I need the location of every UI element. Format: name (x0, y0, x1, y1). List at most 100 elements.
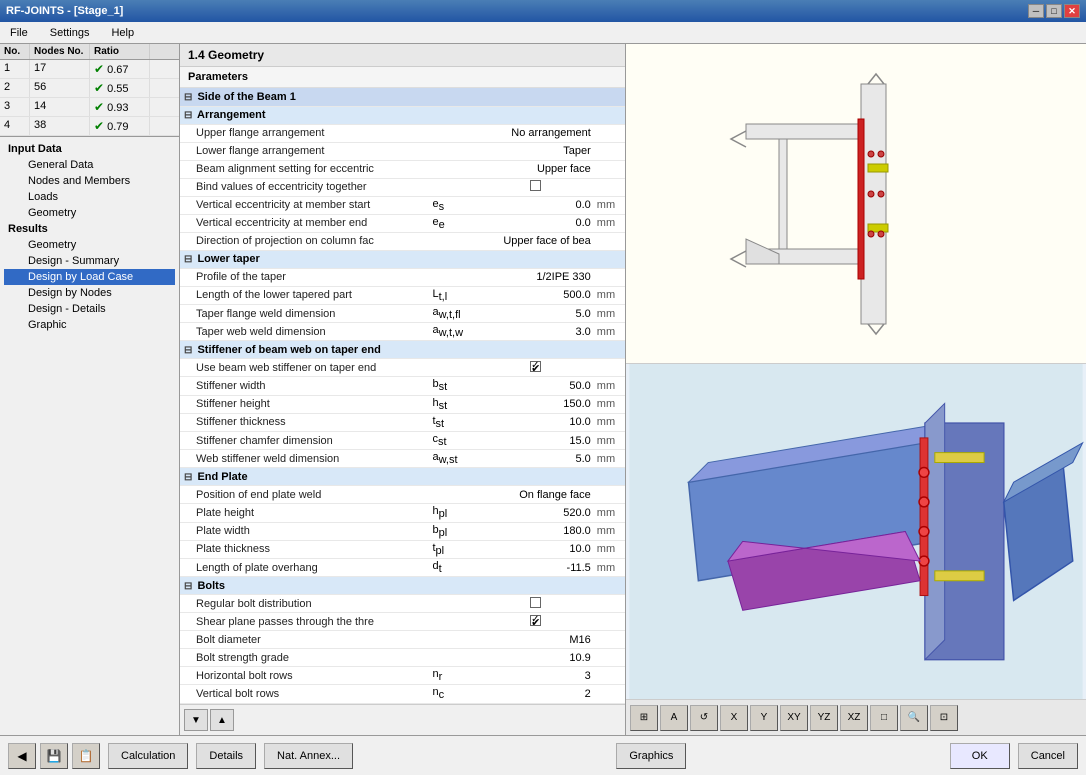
prop-name: Stiffener chamfer dimension (180, 432, 428, 450)
prop-sub: bpl (428, 522, 476, 540)
table-row[interactable]: Vertical eccentricity at member start es… (180, 196, 625, 214)
sidebar-item-graphic[interactable]: Graphic (4, 317, 175, 333)
table-row[interactable]: Profile of the taper 1/2IPE 330 (180, 268, 625, 286)
table-row[interactable]: Lower flange arrangement Taper (180, 142, 625, 160)
tree-group-input[interactable]: Input Data (4, 141, 175, 157)
sidebar-item-geometry[interactable]: Geometry (4, 205, 175, 221)
table-row[interactable]: Vertical eccentricity at member end ee 0… (180, 214, 625, 232)
table-row[interactable]: Beam alignment setting for eccentric Upp… (180, 160, 625, 178)
prop-name: Shear plane passes through the thre (180, 613, 428, 631)
menu-settings[interactable]: Settings (44, 25, 96, 41)
table-row[interactable]: Stiffener height hst 150.0 mm (180, 395, 625, 413)
cell-no: 4 (0, 117, 30, 135)
nat-annex-button[interactable]: Nat. Annex... (264, 743, 353, 769)
toolbar-btn-x[interactable]: X (720, 705, 748, 731)
collapse-icon[interactable]: ⊟ (184, 581, 192, 592)
prop-value: 10.0 (476, 413, 594, 431)
sidebar-item-design-load-case[interactable]: Design by Load Case (4, 269, 175, 285)
sidebar-item-design-nodes[interactable]: Design by Nodes (4, 285, 175, 301)
status-icon: ✔ (94, 62, 104, 76)
table-row[interactable]: Stiffener width bst 50.0 mm (180, 377, 625, 395)
collapse-icon[interactable]: ⊟ (184, 254, 192, 265)
toolbar-btn-export[interactable]: ⊡ (930, 705, 958, 731)
toolbar-btn-xz[interactable]: XZ (840, 705, 868, 731)
sidebar-item-results-geometry[interactable]: Geometry (4, 237, 175, 253)
prop-sub (428, 649, 476, 667)
sidebar-item-design-summary[interactable]: Design - Summary (4, 253, 175, 269)
collapse-icon[interactable]: ⊟ (184, 345, 192, 356)
table-row[interactable]: Taper flange weld dimension aw,t,fl 5.0 … (180, 305, 625, 323)
table-row[interactable]: Length of the lower tapered part Lt,l 50… (180, 286, 625, 304)
toolbar-btn-xy[interactable]: XY (780, 705, 808, 731)
section-label: Side of the Beam 1 (197, 91, 295, 103)
table-row[interactable]: Regular bolt distribution (180, 595, 625, 613)
table-row[interactable]: Vertical bolt rows nc 2 (180, 685, 625, 703)
prop-sub (428, 268, 476, 286)
table-row[interactable]: Stiffener thickness tst 10.0 mm (180, 413, 625, 431)
graphics-button[interactable]: Graphics (616, 743, 686, 769)
minimize-button[interactable]: ─ (1028, 4, 1044, 18)
toolbar-btn-yz[interactable]: YZ (810, 705, 838, 731)
save-button[interactable]: 💾 (40, 743, 68, 769)
back-button[interactable]: ◀ (8, 743, 36, 769)
table-row[interactable]: Upper flange arrangement No arrangement (180, 124, 625, 142)
menu-file[interactable]: File (4, 25, 34, 41)
toolbar-btn-1[interactable]: ⊞ (630, 705, 658, 731)
table-row[interactable]: 2 56 ✔ 0.55 (0, 79, 179, 98)
table-row[interactable]: Plate width bpl 180.0 mm (180, 522, 625, 540)
collapse-icon[interactable]: ⊟ (184, 472, 192, 483)
collapse-icon[interactable]: ⊟ (184, 110, 192, 121)
checkbox-bind-eccentricity[interactable] (530, 180, 541, 191)
table-row[interactable]: Bolt strength grade 10.9 (180, 649, 625, 667)
sidebar-item-nodes-members[interactable]: Nodes and Members (4, 173, 175, 189)
arrow-down-button[interactable]: ▼ (184, 709, 208, 731)
close-button[interactable]: ✕ (1064, 4, 1080, 18)
prop-name: Regular bolt distribution (180, 595, 428, 613)
toolbar-btn-2[interactable]: A (660, 705, 688, 731)
table-row[interactable]: Position of end plate weld On flange fac… (180, 486, 625, 504)
table-row[interactable]: Horizontal bolt rows nr 3 (180, 667, 625, 685)
table-row[interactable]: 4 38 ✔ 0.79 (0, 117, 179, 136)
prop-sub: aw,st (428, 450, 476, 468)
table-row[interactable]: 1 17 ✔ 0.67 (0, 60, 179, 79)
table-row[interactable]: Length of plate overhang dt -11.5 mm (180, 558, 625, 576)
maximize-button[interactable]: □ (1046, 4, 1062, 18)
checkbox-stiffener[interactable]: ✔ (530, 361, 541, 372)
table-row[interactable]: Taper web weld dimension aw,t,w 3.0 mm (180, 323, 625, 341)
toolbar-btn-y[interactable]: Y (750, 705, 778, 731)
arrow-up-button[interactable]: ▲ (210, 709, 234, 731)
prop-unit: mm (595, 522, 625, 540)
checkbox-bolt-dist[interactable] (530, 597, 541, 608)
sidebar-item-general-data[interactable]: General Data (4, 157, 175, 173)
toolbar-btn-3[interactable]: ↺ (690, 705, 718, 731)
table-row[interactable]: Bolt diameter M16 (180, 631, 625, 649)
toolbar-btn-zoom[interactable]: 🔍 (900, 705, 928, 731)
details-button[interactable]: Details (196, 743, 256, 769)
calculation-button[interactable]: Calculation (108, 743, 188, 769)
table-row[interactable]: Shear plane passes through the thre ✔ (180, 613, 625, 631)
cancel-button[interactable]: Cancel (1018, 743, 1078, 769)
prop-unit (595, 613, 625, 631)
menu-help[interactable]: Help (105, 25, 140, 41)
sidebar-item-design-details[interactable]: Design - Details (4, 301, 175, 317)
ok-button[interactable]: OK (950, 743, 1010, 769)
tree-group-results[interactable]: Results (4, 221, 175, 237)
table-row[interactable]: Stiffener chamfer dimension cst 15.0 mm (180, 432, 625, 450)
table-row[interactable]: Plate height hpl 520.0 mm (180, 504, 625, 522)
table-row[interactable]: Web stiffener weld dimension aw,st 5.0 m… (180, 450, 625, 468)
table-row[interactable]: Bind values of eccentricity together (180, 178, 625, 196)
collapse-icon[interactable]: ⊟ (184, 92, 192, 103)
prop-name: Lower flange arrangement (180, 142, 428, 160)
checkbox-shear-plane[interactable]: ✔ (530, 615, 541, 626)
sidebar-item-loads[interactable]: Loads (4, 189, 175, 205)
params-table: ⊟ Side of the Beam 1 ⊟ Arrangement Upper… (180, 88, 625, 704)
table-header: No. Nodes No. Ratio (0, 44, 179, 60)
toolbar-btn-box[interactable]: □ (870, 705, 898, 731)
table-row[interactable]: 3 14 ✔ 0.93 (0, 98, 179, 117)
copy-button[interactable]: 📋 (72, 743, 100, 769)
bottom-bar: ◀ 💾 📋 Calculation Details Nat. Annex... … (0, 735, 1086, 775)
prop-unit (595, 124, 625, 142)
table-row[interactable]: Direction of projection on column fac Up… (180, 232, 625, 250)
table-row[interactable]: Plate thickness tpl 10.0 mm (180, 540, 625, 558)
table-row[interactable]: Use beam web stiffener on taper end ✔ (180, 359, 625, 377)
